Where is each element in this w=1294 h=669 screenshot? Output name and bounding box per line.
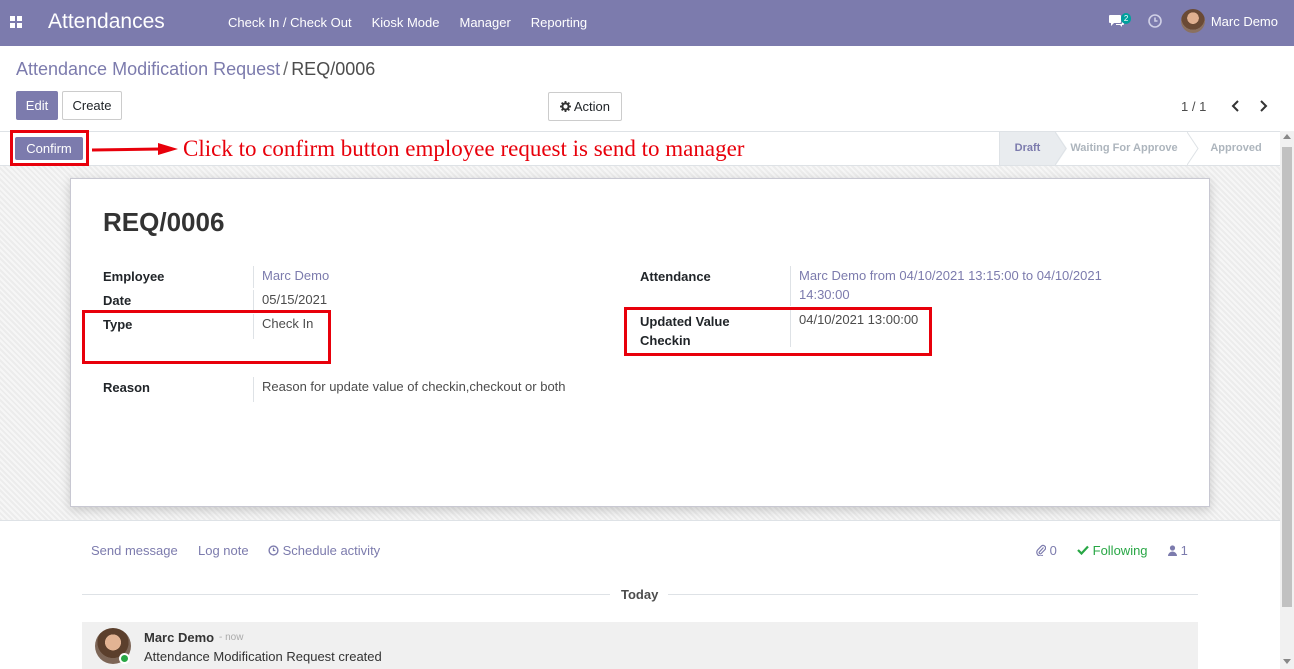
edit-button[interactable]: Edit — [16, 91, 58, 120]
attachments-count: 0 — [1049, 543, 1057, 558]
pager-value[interactable]: 1 / 1 — [1181, 99, 1206, 114]
clock-icon — [268, 545, 279, 556]
chat-count-badge: 2 — [1120, 13, 1132, 24]
clock-icon[interactable] — [1147, 13, 1163, 29]
reason-field[interactable]: Reason for update value of checkin,check… — [253, 377, 566, 402]
annotation-text: Click to confirm button employee request… — [183, 136, 745, 161]
following-label: Following — [1092, 543, 1148, 558]
create-button[interactable]: Create — [62, 91, 122, 120]
attendance-line-1: Marc Demo from 04/10/2021 13:15:00 to 04… — [799, 268, 1102, 283]
stage-waiting-for-approve[interactable]: Waiting For Approve — [1056, 132, 1192, 165]
employee-field[interactable]: Marc Demo — [253, 266, 329, 288]
followers-button[interactable]: 1 — [1168, 543, 1188, 558]
log-note-button[interactable]: Log note — [198, 543, 249, 558]
schedule-activity-label: Schedule activity — [282, 543, 381, 558]
breadcrumb-separator: / — [283, 59, 289, 79]
menu-manager[interactable]: Manager — [459, 15, 510, 30]
record-title: REQ/0006 — [103, 207, 225, 237]
user-avatar[interactable] — [1180, 9, 1205, 33]
navbar-right: 2 Marc Demo — [1108, 9, 1278, 33]
today-divider-right — [668, 594, 1198, 595]
schedule-activity-button[interactable]: Schedule activity — [268, 543, 380, 558]
message-body: Attendance Modification Request created — [144, 649, 382, 664]
top-navbar: Attendances Check In / Check Out Kiosk M… — [0, 0, 1294, 46]
send-message-button[interactable]: Send message — [91, 543, 178, 558]
stage-approved[interactable]: Approved — [1193, 132, 1279, 165]
breadcrumb: Attendance Modification Request / REQ/0006 — [16, 59, 375, 80]
app-title[interactable]: Attendances — [48, 10, 165, 34]
scrollbar-thumb[interactable] — [1282, 147, 1292, 607]
scroll-up-arrow[interactable] — [1283, 134, 1291, 139]
main-menu: Check In / Check Out Kiosk Mode Manager … — [218, 15, 597, 30]
chat-icon[interactable]: 2 — [1108, 11, 1132, 31]
stage-draft[interactable]: Draft — [999, 132, 1055, 165]
paperclip-icon — [1036, 544, 1047, 557]
followers-count: 1 — [1180, 543, 1188, 558]
chevron-left-icon[interactable] — [1230, 99, 1242, 113]
menu-check-in-check-out[interactable]: Check In / Check Out — [228, 15, 352, 30]
annotation-arrow — [91, 143, 178, 155]
scroll-down-arrow[interactable] — [1283, 659, 1291, 664]
action-button[interactable]: Action — [548, 92, 622, 121]
employee-label: Employee — [103, 269, 165, 284]
highlight-box-updated-value — [624, 307, 932, 356]
highlight-box-type — [82, 310, 331, 364]
reason-label: Reason — [103, 380, 150, 395]
menu-reporting[interactable]: Reporting — [531, 15, 587, 30]
message-author[interactable]: Marc Demo — [144, 630, 214, 645]
today-divider-left — [82, 594, 610, 595]
message-time: - now — [219, 632, 244, 643]
highlight-box-confirm — [10, 130, 89, 166]
gear-icon — [559, 101, 571, 112]
breadcrumb-current: REQ/0006 — [291, 59, 376, 79]
breadcrumb-parent[interactable]: Attendance Modification Request — [16, 59, 280, 79]
user-name[interactable]: Marc Demo — [1211, 14, 1278, 29]
check-icon — [1077, 545, 1089, 556]
attachments-button[interactable]: 0 — [1036, 543, 1057, 558]
online-status-icon — [119, 653, 130, 664]
today-separator: Today — [621, 587, 659, 602]
menu-kiosk-mode[interactable]: Kiosk Mode — [372, 15, 440, 30]
user-icon — [1168, 545, 1177, 556]
attendance-line-2: 14:30:00 — [799, 287, 850, 302]
date-field[interactable]: 05/15/2021 — [253, 290, 327, 312]
date-label: Date — [103, 293, 132, 308]
chevron-right-icon[interactable] — [1257, 99, 1269, 113]
apps-menu-icon[interactable] — [10, 16, 22, 28]
following-button[interactable]: Following — [1077, 543, 1148, 558]
action-label: Action — [573, 99, 611, 114]
attendance-label: Attendance — [640, 269, 711, 284]
attendance-field[interactable]: Marc Demo from 04/10/2021 13:15:00 to 04… — [790, 266, 1120, 306]
